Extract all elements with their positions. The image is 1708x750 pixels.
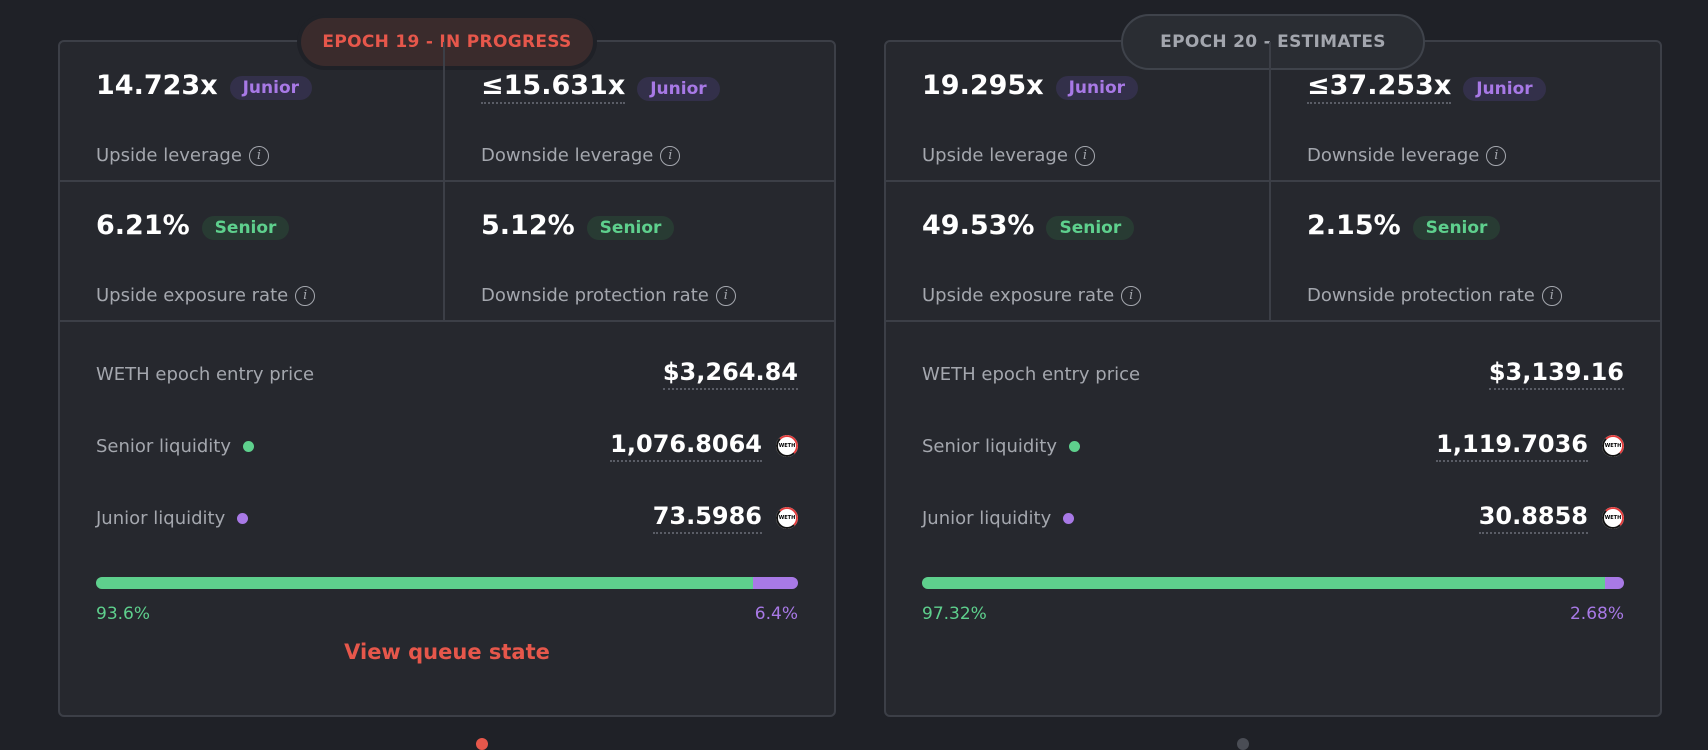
junior-badge: Junior (1463, 77, 1546, 101)
pager-dot-epoch-19[interactable] (476, 738, 488, 750)
senior-badge: Senior (1046, 215, 1135, 240)
epoch-20-card: EPOCH 20 - ESTIMATES 19.295x Junior Upsi… (884, 14, 1662, 717)
downside-protection-cell: 5.12% Senior Downside protection rate i (445, 182, 834, 322)
senior-liquidity-row: Senior liquidity 1,076.8064 WETH (96, 430, 798, 462)
senior-split-percent: 93.6% (96, 604, 151, 624)
junior-liquidity-label: Junior liquidity (96, 507, 226, 529)
upside-exposure-value: 49.53% (922, 210, 1035, 241)
downside-leverage-cell: ≤37.253x Junior Downside leverage i (1271, 42, 1660, 182)
upside-exposure-value: 6.21% (96, 210, 190, 241)
view-queue-state-link[interactable]: View queue state (60, 640, 834, 664)
downside-protection-value: 5.12% (481, 210, 575, 241)
downside-leverage-cell: ≤15.631x Junior Downside leverage i (445, 42, 834, 182)
junior-liquidity-value[interactable]: 30.8858 (1478, 502, 1588, 534)
epoch-20-details: WETH epoch entry price $3,139.16 Senior … (886, 322, 1660, 712)
info-icon[interactable]: i (248, 145, 269, 166)
weth-token-icon: WETH (776, 507, 798, 529)
junior-badge: Junior (637, 77, 720, 101)
downside-leverage-label: Downside leverage (481, 145, 654, 166)
upside-leverage-value: 19.295x (922, 70, 1044, 101)
junior-liquidity-label: Junior liquidity (922, 507, 1052, 529)
junior-split-percent: 2.68% (1569, 604, 1624, 624)
upside-exposure-label: Upside exposure rate (922, 285, 1115, 306)
downside-leverage-label: Downside leverage (1307, 145, 1480, 166)
senior-liquidity-row: Senior liquidity 1,119.7036 WETH (922, 430, 1624, 462)
downside-leverage-value[interactable]: ≤15.631x (481, 70, 626, 104)
entry-price-row: WETH epoch entry price $3,264.84 (96, 358, 798, 390)
entry-price-value[interactable]: $3,139.16 (1488, 358, 1624, 390)
upside-exposure-cell: 6.21% Senior Upside exposure rate i (60, 182, 445, 322)
split-labels: 93.6% 6.4% (96, 604, 798, 624)
junior-liquidity-value[interactable]: 73.5986 (652, 502, 762, 534)
junior-split-segment (753, 577, 798, 589)
senior-badge: Senior (586, 215, 675, 240)
entry-price-row: WETH epoch entry price $3,139.16 (922, 358, 1624, 390)
senior-liquidity-label: Senior liquidity (96, 435, 232, 457)
senior-liquidity-label: Senior liquidity (922, 435, 1058, 457)
pager-dot-epoch-20[interactable] (1237, 738, 1249, 750)
senior-split-percent: 97.32% (922, 604, 987, 624)
info-icon[interactable]: i (715, 285, 736, 306)
junior-split-percent: 6.4% (754, 604, 798, 624)
junior-dot-icon (237, 512, 249, 524)
weth-token-icon: WETH (1602, 435, 1624, 457)
info-icon[interactable]: i (1074, 145, 1095, 166)
info-icon[interactable]: i (295, 285, 316, 306)
senior-dot-icon (243, 440, 255, 452)
upside-exposure-label: Upside exposure rate (96, 285, 289, 306)
entry-price-value[interactable]: $3,264.84 (662, 358, 798, 390)
upside-leverage-label: Upside leverage (922, 145, 1068, 166)
weth-token-icon: WETH (776, 435, 798, 457)
senior-split-segment (96, 577, 754, 589)
liquidity-split-bar (922, 577, 1624, 589)
senior-split-segment (922, 577, 1606, 589)
info-icon[interactable]: i (1486, 145, 1507, 166)
upside-leverage-cell: 14.723x Junior Upside leverage i (60, 42, 445, 182)
senior-liquidity-value[interactable]: 1,119.7036 (1436, 430, 1588, 462)
senior-badge: Senior (201, 215, 290, 240)
junior-badge: Junior (229, 75, 313, 100)
senior-dot-icon (1069, 440, 1081, 452)
downside-leverage-value[interactable]: ≤37.253x (1307, 70, 1452, 104)
junior-dot-icon (1063, 512, 1075, 524)
liquidity-split-bar (96, 577, 798, 589)
senior-badge: Senior (1412, 215, 1501, 240)
upside-leverage-label: Upside leverage (96, 145, 242, 166)
epoch-19-details: WETH epoch entry price $3,264.84 Senior … (60, 322, 834, 712)
junior-badge: Junior (1055, 75, 1139, 100)
downside-protection-label: Downside protection rate (1307, 285, 1535, 306)
junior-split-segment (1605, 577, 1624, 589)
upside-leverage-cell: 19.295x Junior Upside leverage i (886, 42, 1271, 182)
senior-liquidity-value[interactable]: 1,076.8064 (610, 430, 762, 462)
epoch-19-card: EPOCH 19 - IN PROGRESS 14.723x Junior Up… (58, 14, 836, 717)
entry-price-label: WETH epoch entry price (922, 363, 1141, 385)
junior-liquidity-row: Junior liquidity 30.8858 WETH (922, 502, 1624, 534)
info-icon[interactable]: i (660, 145, 681, 166)
junior-liquidity-row: Junior liquidity 73.5986 WETH (96, 502, 798, 534)
epoch-20-stats-grid: 19.295x Junior Upside leverage i ≤37.253… (886, 42, 1660, 322)
upside-exposure-cell: 49.53% Senior Upside exposure rate i (886, 182, 1271, 322)
entry-price-label: WETH epoch entry price (96, 363, 315, 385)
info-icon[interactable]: i (1121, 285, 1142, 306)
info-icon[interactable]: i (1541, 285, 1562, 306)
epoch-19-stats-grid: 14.723x Junior Upside leverage i ≤15.631… (60, 42, 834, 322)
downside-protection-cell: 2.15% Senior Downside protection rate i (1271, 182, 1660, 322)
upside-leverage-value: 14.723x (96, 70, 218, 101)
downside-protection-value: 2.15% (1307, 210, 1401, 241)
weth-token-icon: WETH (1602, 507, 1624, 529)
split-labels: 97.32% 2.68% (922, 604, 1624, 624)
downside-protection-label: Downside protection rate (481, 285, 709, 306)
